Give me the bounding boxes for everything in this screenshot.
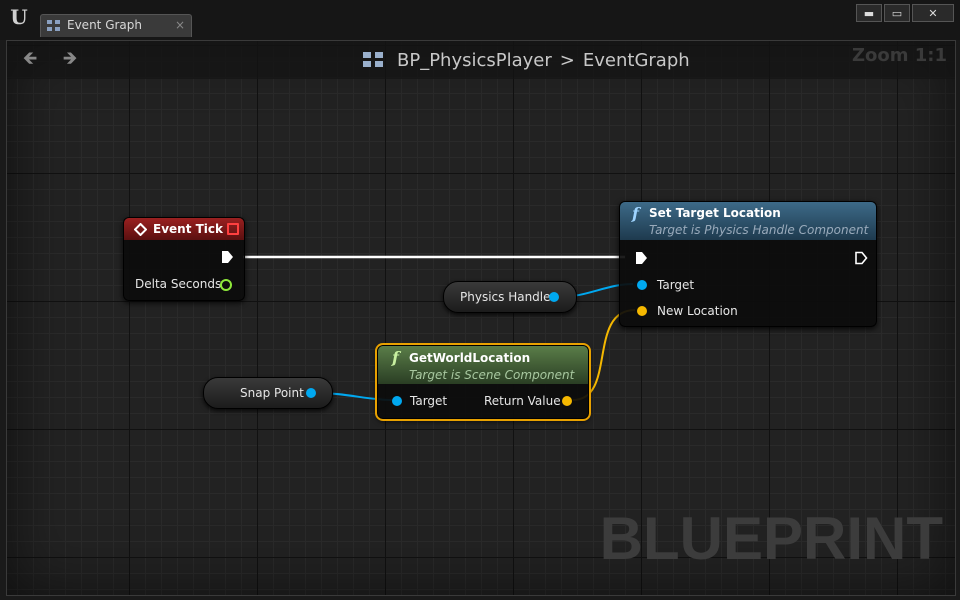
maximize-button[interactable]: ▭ [884,4,910,22]
blueprint-icon [363,52,383,67]
zoom-level: Zoom 1:1 [851,45,947,66]
pin-label: Return Value [484,394,561,408]
tab-close-icon[interactable]: × [175,18,185,32]
node-title: Event Tick [153,222,224,236]
pin-label: Target [657,278,695,292]
node-header: f GetWorldLocation Target is Scene Compo… [378,346,588,384]
tab-label: Event Graph [67,18,142,32]
snap-point-variable-node[interactable]: Snap Point [203,377,333,409]
pin-label: Delta Seconds [135,277,222,291]
breadcrumb: BP_PhysicsPlayer > EventGraph [361,47,690,73]
node-title: Set Target Location [649,206,781,220]
event-tick-node[interactable]: Event Tick Delta Seconds [123,217,245,301]
delegate-pin-icon[interactable] [227,223,239,235]
tab-event-graph[interactable]: Event Graph × [40,14,192,37]
set-target-location-node[interactable]: f Set Target Location Target is Physics … [619,201,877,327]
event-diamond-icon [134,223,147,236]
node-title: GetWorldLocation [409,351,531,365]
node-subtitle: Target is Scene Component [409,368,575,382]
object-in-pin[interactable] [392,396,402,406]
graph-icon [47,20,60,31]
exec-out-pin[interactable] [854,251,868,265]
close-button[interactable]: ✕ [912,4,954,22]
blueprint-watermark: BLUEPRINT [599,505,943,572]
vector-in-pin[interactable] [637,306,647,316]
exec-in-pin[interactable] [634,251,648,265]
graph-canvas[interactable]: 🡸 🡺 BP_PhysicsPlayer > EventGraph Zoom 1… [6,40,956,596]
variable-label: Snap Point [240,386,304,400]
pin-label: Target [410,394,448,408]
breadcrumb-blueprint[interactable]: BP_PhysicsPlayer [397,50,552,71]
function-icon: f [632,204,639,223]
get-world-location-node[interactable]: f GetWorldLocation Target is Scene Compo… [375,343,591,421]
pin-label: New Location [657,304,738,318]
object-in-pin[interactable] [637,280,647,290]
node-header: Event Tick [124,218,244,240]
function-icon: f [392,348,399,367]
physics-handle-variable-node[interactable]: Physics Handle [443,281,577,313]
object-out-pin[interactable] [306,388,316,398]
window-controls: ▬ ▭ ✕ [854,4,954,22]
chevron-right-icon: > [559,49,575,71]
variable-label: Physics Handle [460,290,551,304]
breadcrumb-graph[interactable]: EventGraph [583,50,690,71]
title-bar: U Event Graph × ▬ ▭ ✕ [0,0,960,40]
float-out-pin[interactable] [220,279,232,291]
node-header: f Set Target Location Target is Physics … [620,202,876,240]
exec-out-pin[interactable] [220,250,234,264]
unreal-logo-icon: U [10,5,28,29]
vector-out-pin[interactable] [562,396,572,406]
back-arrow-icon[interactable]: 🡸 [19,49,41,69]
node-subtitle: Target is Physics Handle Component [649,223,869,237]
minimize-button[interactable]: ▬ [856,4,882,22]
object-out-pin[interactable] [549,292,559,302]
forward-arrow-icon[interactable]: 🡺 [59,49,81,69]
graph-toolbar: 🡸 🡺 BP_PhysicsPlayer > EventGraph Zoom 1… [7,41,955,79]
